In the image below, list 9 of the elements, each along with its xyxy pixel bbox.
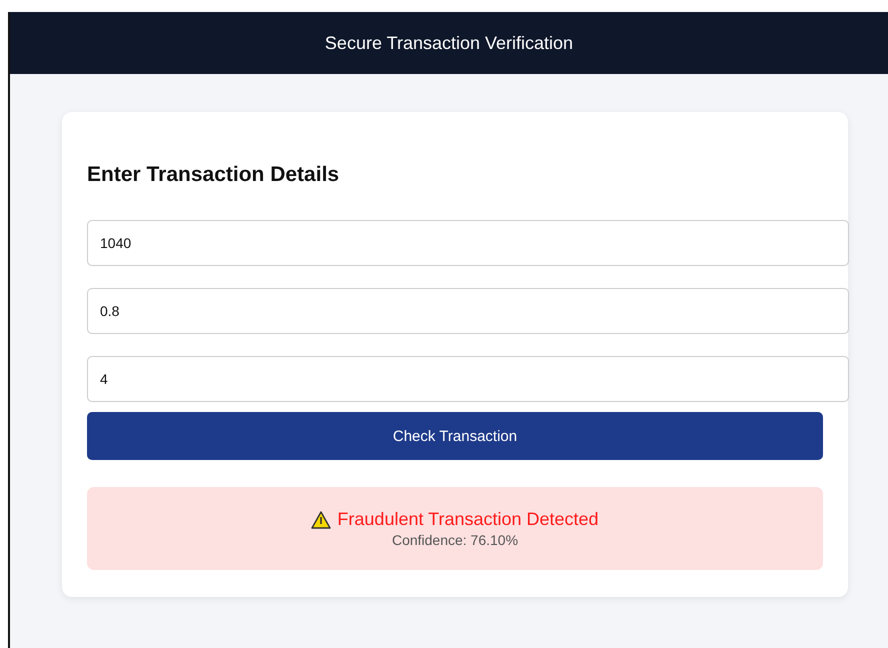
confidence-text: Confidence: 76.10% bbox=[392, 532, 518, 548]
input-field[interactable]: 0.8 bbox=[87, 288, 849, 334]
result-message: Fraudulent Transaction Detected bbox=[337, 509, 599, 530]
form-heading: Enter Transaction Details bbox=[87, 163, 340, 187]
check-transaction-button[interactable]: Check Transaction bbox=[87, 412, 823, 460]
input-field[interactable]: 4 bbox=[87, 356, 849, 402]
page-title: Secure Transaction Verification bbox=[324, 32, 574, 54]
input-field[interactable]: 1040 bbox=[87, 220, 849, 266]
warning-icon bbox=[311, 510, 332, 528]
